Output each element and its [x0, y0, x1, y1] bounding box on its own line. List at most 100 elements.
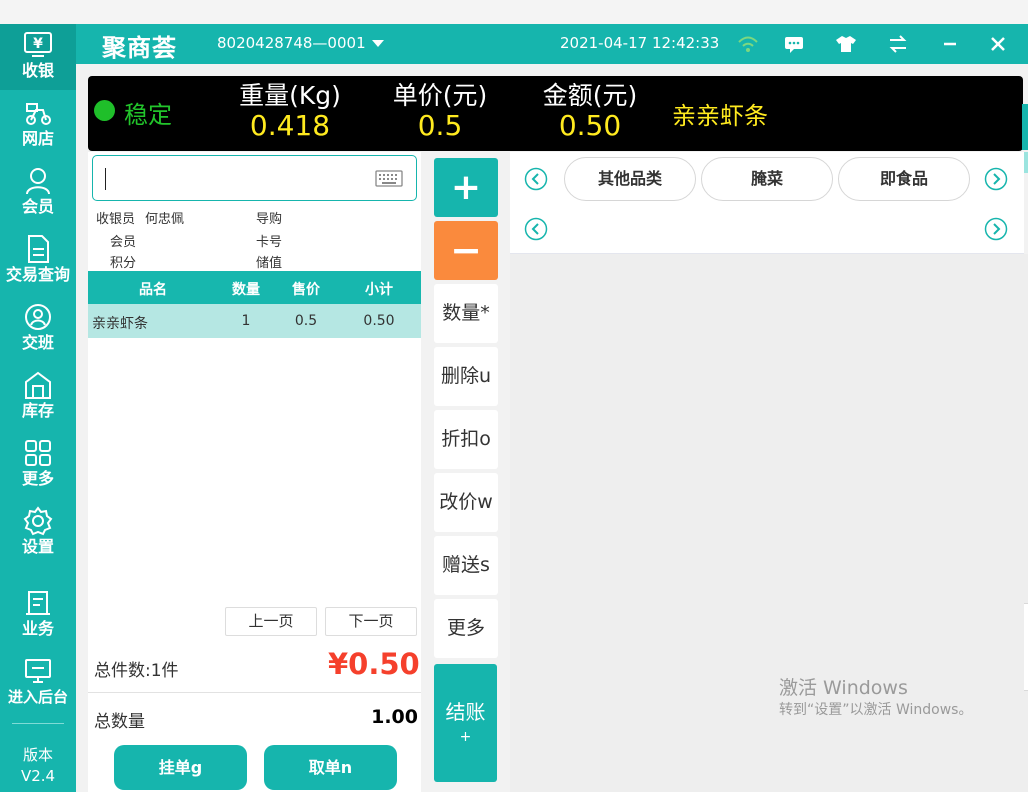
cell-qty: 1: [241, 313, 251, 329]
action-column: + − 数量* 删除u 折扣o 改价w 赠送s 更多 结账 +: [426, 152, 506, 792]
sidebar-item-inventory[interactable]: 库存: [0, 364, 76, 430]
sidebar-item-label: 业务: [21, 619, 54, 638]
barcode-search-input[interactable]: [92, 155, 417, 201]
total-items: 总件数:1件: [94, 661, 179, 681]
window-top-strip: [0, 0, 1028, 24]
gift-button[interactable]: 赠送s: [434, 536, 498, 595]
sidebar-divider: [12, 723, 64, 724]
sidebar-item-label: 会员: [21, 197, 54, 216]
checkout-shortcut: +: [459, 729, 472, 745]
column-header-price: 售价: [292, 282, 320, 298]
chevron-left-icon[interactable]: [524, 167, 548, 191]
quantity-button[interactable]: 数量*: [434, 284, 498, 343]
chevron-right-icon[interactable]: [984, 217, 1008, 241]
prev-page-button[interactable]: 上一页: [225, 607, 317, 636]
sidebar-item-more[interactable]: 更多: [0, 432, 76, 498]
column-header-qty: 数量: [232, 282, 260, 298]
scale-product-name: 亲亲虾条: [672, 102, 768, 130]
sidebar-item-label: 更多: [21, 469, 54, 488]
more-button[interactable]: 更多: [434, 599, 498, 658]
hold-order-button[interactable]: 挂单g: [114, 745, 247, 790]
grid-icon: [25, 440, 51, 466]
scale-display: 稳定 重量(Kg) 0.418 单价(元) 0.5 金额(元) 0.50 亲亲虾…: [88, 76, 1023, 151]
minimize-icon[interactable]: [938, 32, 962, 56]
sidebar-item-settings[interactable]: 设置: [0, 500, 76, 566]
discount-button[interactable]: 折扣o: [434, 410, 498, 469]
cashier-icon: ¥: [24, 32, 52, 57]
keyboard-icon[interactable]: [375, 170, 403, 187]
close-icon[interactable]: [986, 32, 1010, 56]
sidebar: ¥ 收银 网店 会员 交易查询 交班 库存 更多 设置 业务 进入后台: [0, 24, 76, 792]
cashier-label: 收银员: [96, 212, 136, 227]
category-tab[interactable]: 腌菜: [701, 157, 833, 201]
switch-icon[interactable]: [886, 32, 910, 56]
stable-indicator-icon: [94, 100, 115, 121]
member-icon: [26, 168, 50, 195]
monitor-icon: [25, 659, 51, 683]
delivery-icon: [26, 103, 51, 125]
table-row[interactable]: 亲亲虾条 1 0.5 0.50: [88, 304, 421, 338]
scrollbar[interactable]: [1024, 152, 1028, 173]
points-label: 积分: [110, 256, 137, 271]
version-info: 版本 V2.4: [0, 745, 76, 787]
total-quantity-label: 总数量: [94, 712, 145, 732]
title-bar: 聚商荟 8020428748—0001 2021-04-17 12:42:33: [76, 24, 1028, 64]
next-page-button[interactable]: 下一页: [325, 607, 417, 636]
retrieve-order-button[interactable]: 取单n: [264, 745, 397, 790]
sidebar-item-label: 库存: [21, 401, 54, 420]
card-label: 卡号: [256, 235, 283, 250]
sidebar-item-member[interactable]: 会员: [0, 160, 76, 226]
app-logo: 聚商荟: [102, 33, 177, 62]
wifi-icon: [738, 36, 758, 52]
column-header-subtotal: 小计: [365, 282, 393, 298]
sidebar-item-business[interactable]: 业务: [0, 582, 76, 648]
checkout-button[interactable]: 结账 +: [434, 664, 497, 782]
sidebar-item-label: 网店: [21, 129, 54, 148]
category-tab[interactable]: 即食品: [838, 157, 970, 201]
business-icon: [26, 591, 50, 615]
datetime: 2021-04-17 12:42:33: [560, 34, 720, 52]
version-number: V2.4: [20, 767, 56, 785]
sidebar-item-handover[interactable]: 交班: [0, 296, 76, 362]
sidebar-item-label: 收银: [21, 61, 54, 80]
category-tab[interactable]: 其他品类: [564, 157, 696, 201]
amount-label: 金额(元): [542, 81, 638, 110]
sidebar-item-label: 交班: [21, 333, 54, 352]
chevron-right-icon[interactable]: [984, 167, 1008, 191]
text-cursor: [105, 168, 106, 190]
cell-name: 亲亲虾条: [92, 316, 148, 332]
checkout-label: 结账: [445, 700, 486, 724]
total-amount: ¥0.50: [328, 647, 420, 681]
weight-label: 重量(Kg): [239, 81, 341, 110]
change-price-button[interactable]: 改价w: [434, 473, 498, 532]
sidebar-item-backend[interactable]: 进入后台: [0, 650, 76, 716]
activation-watermark-text: 转到“设置”以激活 Windows。: [779, 702, 973, 718]
chevron-left-icon[interactable]: [524, 217, 548, 241]
sidebar-item-online-store[interactable]: 网店: [0, 92, 76, 158]
sidebar-item-label: 进入后台: [7, 688, 68, 706]
document-icon: [28, 235, 49, 263]
weight-value: 0.418: [249, 109, 331, 142]
message-icon[interactable]: [782, 32, 806, 56]
scale-status: 稳定: [124, 101, 172, 129]
increase-button[interactable]: +: [434, 158, 498, 217]
handover-icon: [25, 304, 51, 330]
edge-panel: [1024, 603, 1028, 691]
scale-edge-marker: [1022, 104, 1028, 150]
category-bar: 其他品类 腌菜 即食品: [510, 152, 1024, 253]
delete-button[interactable]: 删除u: [434, 347, 498, 406]
unit-price-label: 单价(元): [392, 81, 488, 110]
column-header-name: 品名: [139, 282, 167, 298]
version-label: 版本: [22, 746, 53, 764]
shirt-icon[interactable]: [834, 32, 858, 56]
amount-value: 0.50: [558, 109, 622, 142]
guide-label: 导购: [256, 212, 283, 227]
order-panel: 收银员 何忠佩 导购 会员 卡号 积分 储值 品名 数量 售价 小计 亲亲虾条 …: [88, 152, 421, 792]
cell-subtotal: 0.50: [363, 313, 395, 329]
chevron-down-icon[interactable]: [372, 40, 384, 47]
activation-watermark-title: 激活 Windows: [779, 677, 908, 699]
decrease-button[interactable]: −: [434, 221, 498, 280]
sidebar-item-transactions[interactable]: 交易查询: [0, 228, 76, 294]
svg-text:¥: ¥: [33, 36, 43, 52]
sidebar-item-cashier[interactable]: ¥ 收银: [0, 24, 76, 90]
